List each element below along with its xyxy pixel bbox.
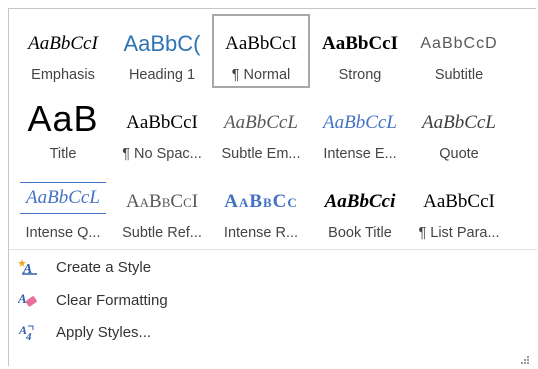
style-label: Intense Q... <box>25 225 101 241</box>
style-list-paragraph[interactable]: AaBbCcI ¶ List Para... <box>410 172 508 246</box>
style-preview: AaBbCci <box>324 191 396 212</box>
style-subtle-reference[interactable]: AaBbCcI Subtle Ref... <box>113 172 211 246</box>
style-label: Book Title <box>328 225 392 241</box>
svg-text:4: 4 <box>25 331 32 342</box>
apply-styles-label: Apply Styles... <box>56 323 152 341</box>
style-subtitle[interactable]: AaBbCcD Subtitle <box>410 14 508 88</box>
style-preview: AaBbCcL <box>20 182 106 214</box>
style-label: Subtitle <box>434 67 484 83</box>
clear-formatting-icon: A <box>17 290 38 310</box>
style-preview: AaBbCcI <box>126 112 198 133</box>
style-label: Strong <box>338 67 382 83</box>
style-label: Subtle Em... <box>221 146 301 162</box>
style-intense-emphasis[interactable]: AaBbCcL Intense E... <box>311 93 409 167</box>
clear-formatting-label: Clear Formatting <box>56 291 168 309</box>
style-preview: AaB <box>27 101 99 137</box>
apply-styles-command[interactable]: A 4 Apply Styles... <box>18 318 151 346</box>
svg-text:A: A <box>18 291 27 306</box>
style-intense-reference[interactable]: AaBbCc Intense R... <box>212 172 310 246</box>
style-preview: AaBbCcD <box>420 35 498 52</box>
divider <box>9 249 537 250</box>
style-label: ¶ List Para... <box>418 225 500 241</box>
clear-formatting-command[interactable]: A Clear Formatting <box>17 286 168 314</box>
style-normal[interactable]: AaBbCcI ¶ Normal <box>212 14 310 88</box>
style-preview: AaBbCcI <box>423 191 495 212</box>
create-style-label: Create a Style <box>56 258 152 276</box>
style-intense-quote[interactable]: AaBbCcL Intense Q... <box>14 172 112 246</box>
style-preview: AaBbC( <box>123 31 201 56</box>
resize-grip-icon[interactable] <box>521 351 530 364</box>
style-label: Quote <box>439 146 479 162</box>
style-label: Subtle Ref... <box>122 225 202 241</box>
style-label: Heading 1 <box>128 67 196 83</box>
style-label: Emphasis <box>31 67 95 83</box>
style-preview: AaBbCcL <box>323 112 397 133</box>
style-no-spacing[interactable]: AaBbCcI ¶ No Spac... <box>113 93 211 167</box>
style-heading-1[interactable]: AaBbC( Heading 1 <box>113 14 211 88</box>
style-preview: AaBbCcL <box>422 112 496 133</box>
style-label: ¶ Normal <box>231 67 291 83</box>
style-subtle-emphasis[interactable]: AaBbCcL Subtle Em... <box>212 93 310 167</box>
style-title[interactable]: AaB Title <box>14 93 112 167</box>
style-preview: AaBbCc <box>224 191 298 212</box>
style-preview: AaBbCcI <box>321 33 398 54</box>
style-strong[interactable]: AaBbCcI Strong <box>311 14 409 88</box>
style-preview: AaBbCcI <box>225 33 297 54</box>
style-label: Title <box>49 146 77 162</box>
create-style-icon: A <box>18 257 38 277</box>
style-preview: AaBbCcI <box>125 191 199 212</box>
style-emphasis[interactable]: AaBbCcI Emphasis <box>14 14 112 88</box>
apply-styles-icon: A 4 <box>18 322 38 343</box>
style-quote[interactable]: AaBbCcL Quote <box>410 93 508 167</box>
style-label: Intense R... <box>223 225 299 241</box>
create-style-command[interactable]: A Create a Style <box>18 253 151 281</box>
style-label: Intense E... <box>323 146 397 162</box>
style-label: ¶ No Spac... <box>122 146 202 162</box>
style-book-title[interactable]: AaBbCci Book Title <box>311 172 409 246</box>
style-preview: AaBbCcI <box>28 33 98 54</box>
style-preview: AaBbCcL <box>224 112 298 133</box>
